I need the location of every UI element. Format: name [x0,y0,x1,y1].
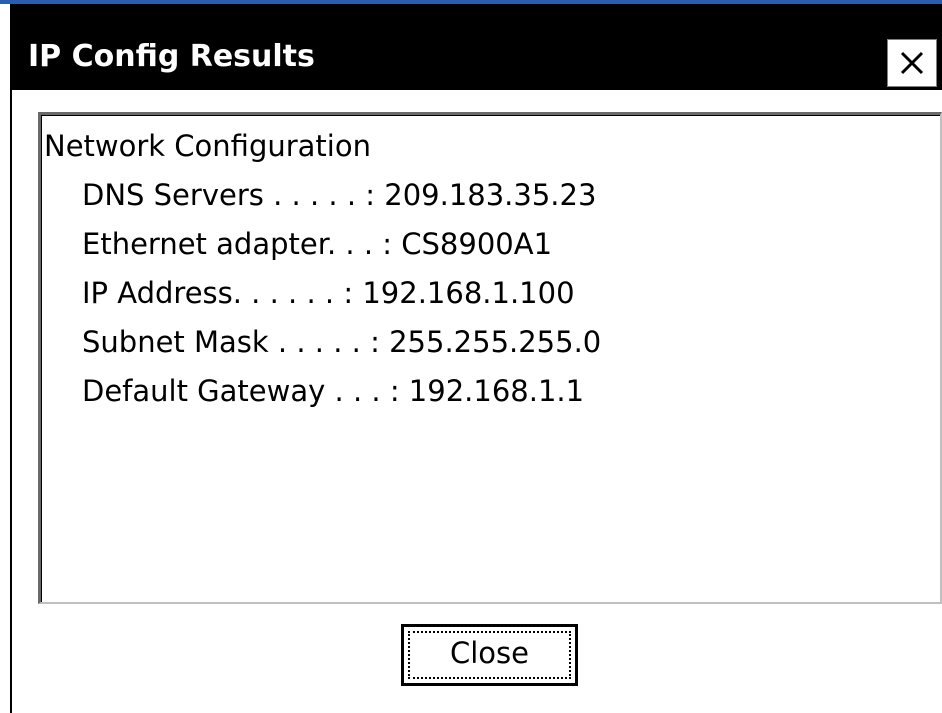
close-button[interactable]: Close [401,624,578,686]
network-configuration-heading: Network Configuration [44,129,371,163]
close-x-icon [900,51,924,75]
close-x-button[interactable] [887,39,937,87]
subnet-mask-line: Subnet Mask . . . . . : 255.255.255.0 [82,325,602,359]
ip-address-line: IP Address. . . . . . : 192.168.1.100 [82,276,575,310]
close-button-label: Close [450,636,529,670]
ip-config-dialog: IP Config Results Network Configuration … [10,4,942,713]
default-gateway-line: Default Gateway . . . : 192.168.1.1 [82,374,585,408]
dialog-title: IP Config Results [28,39,315,74]
desktop: IP Config Results Network Configuration … [0,0,942,713]
dns-servers-line: DNS Servers . . . . . : 209.183.35.23 [82,178,597,212]
results-textbox[interactable]: Network Configuration DNS Servers . . . … [38,112,942,604]
title-bar[interactable]: IP Config Results [12,4,942,90]
ethernet-adapter-line: Ethernet adapter. . . : CS8900A1 [82,227,553,261]
